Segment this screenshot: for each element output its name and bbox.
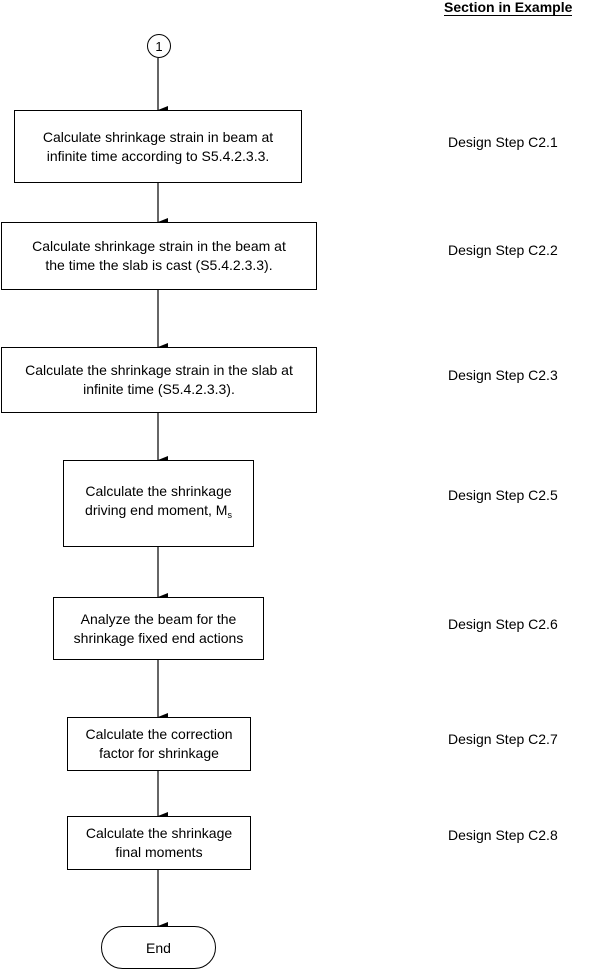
step-2-section: Design Step C2.2 [448,242,558,258]
step-7-line-2: final moments [115,844,203,860]
step-box-5: Analyze the beam for the shrinkage fixed … [53,597,264,660]
step-7-line-1: Calculate the shrinkage [85,825,233,841]
step-box-2: Calculate shrinkage strain in the beam a… [1,222,317,290]
step-3-section: Design Step C2.3 [448,367,558,383]
step-3-line-1: Calculate the shrinkage strain in the sl… [25,362,293,378]
step-4-section: Design Step C2.5 [448,487,558,503]
step-2-line-2: the time the slab is cast (S5.4.2.3.3). [45,257,273,273]
step-3-line-2: infinite time (S5.4.2.3.3). [83,381,235,397]
step-box-7: Calculate the shrinkage final moments [67,816,251,870]
step-box-3: Calculate the shrinkage strain in the sl… [1,347,317,413]
step-4-line-2: driving end moment, M [85,502,228,518]
step-7-section: Design Step C2.8 [448,827,558,843]
step-box-6: Calculate the correction factor for shrin… [67,717,251,771]
step-1-section: Design Step C2.1 [448,134,558,150]
step-1-line-1: Calculate shrinkage strain in beam at [42,128,274,145]
connector-label: 1 [155,38,163,54]
step-5-section: Design Step C2.6 [448,616,558,632]
step-6-line-2: factor for shrinkage [99,745,219,761]
step-box-1: Calculate shrinkage strain in beam at inf… [14,110,302,183]
step-box-4: Calculate the shrinkage driving end momen… [63,460,254,547]
moment-subscript: s [227,510,232,520]
end-label: End [146,939,171,956]
step-4-line-1: Calculate the shrinkage [85,483,232,499]
step-6-line-1: Calculate the correction [85,726,233,742]
end-terminator: End [101,926,216,969]
start-connector: 1 [147,34,171,58]
step-2-line-1: Calculate shrinkage strain in the beam a… [32,238,286,254]
step-5-line-1: Analyze the beam for the [80,610,237,627]
step-1-line-2: infinite time according to S5.4.2.3.3. [46,147,270,164]
step-6-section: Design Step C2.7 [448,731,558,747]
step-5-line-2: shrinkage fixed end actions [73,629,244,646]
